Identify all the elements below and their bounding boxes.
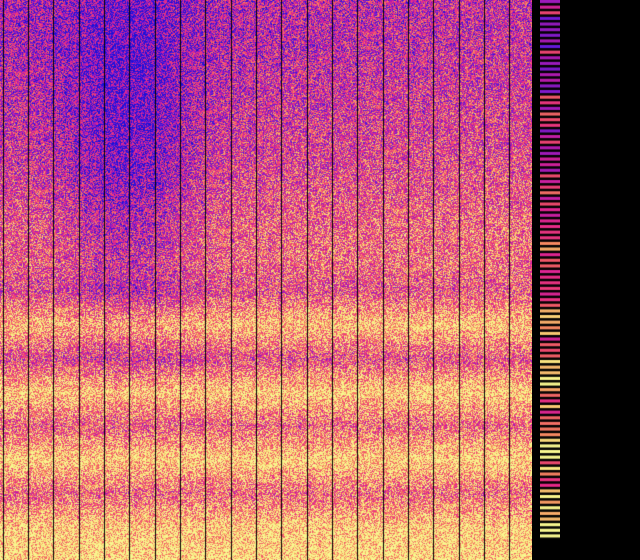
color-level-strip (540, 0, 560, 560)
spectrogram-image (0, 0, 532, 560)
spectrogram-view (0, 0, 640, 560)
